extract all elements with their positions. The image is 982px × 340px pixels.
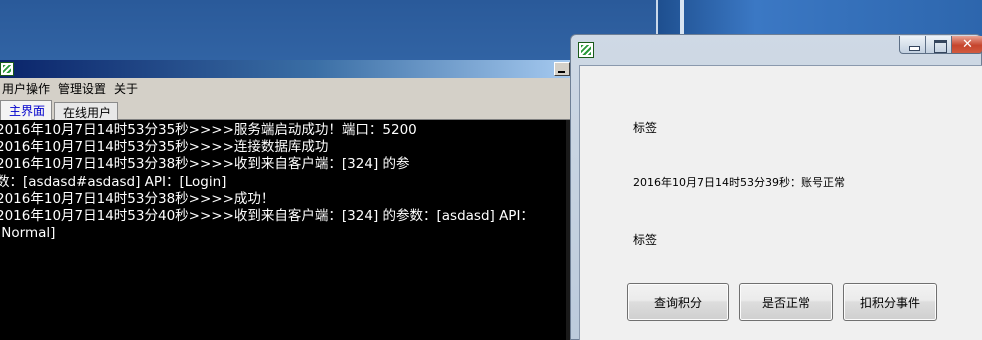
- deduct-points-button[interactable]: 扣积分事件: [843, 283, 937, 321]
- menu-bar: 用户操作 管理设置 关于: [0, 78, 572, 98]
- maximize-button[interactable]: [925, 36, 952, 54]
- label-bottom: 标签: [633, 233, 658, 247]
- server-window: 用户操作 管理设置 关于 主界面 在线用户 2016年10月7日14时53分35…: [0, 60, 572, 340]
- dialog-content: 标签 2016年10月7日14时53分39秒：账号正常 标签 查询积分 是否正常…: [579, 65, 982, 340]
- log-line: [Normal]: [0, 225, 56, 242]
- log-line: 数：[asdasd#asdasd] API：[Login]: [0, 173, 227, 190]
- tab-strip: 主界面 在线用户: [0, 98, 572, 120]
- log-line: 2016年10月7日14时53分40秒>>>>收到来自客户端：[324] 的参数…: [0, 208, 534, 225]
- close-button[interactable]: [951, 36, 982, 54]
- desktop-window-edge: [680, 0, 684, 36]
- tab-main[interactable]: 主界面: [0, 100, 53, 120]
- log-line: 2016年10月7日14时53分38秒>>>>收到来自客户端：[324] 的参: [0, 156, 410, 173]
- tab-online-users[interactable]: 在线用户: [54, 102, 119, 120]
- log-line: 2016年10月7日14时53分38秒>>>>成功！: [0, 190, 275, 207]
- app-icon: [0, 62, 14, 76]
- status-label: 2016年10月7日14时53分39秒：账号正常: [633, 176, 845, 189]
- server-title-bar[interactable]: [0, 60, 572, 78]
- query-points-button[interactable]: 查询积分: [627, 283, 729, 321]
- log-line: 2016年10月7日14时53分35秒>>>>连接数据库成功: [0, 139, 329, 156]
- desktop-background: [656, 0, 982, 36]
- app-icon: [578, 42, 594, 58]
- client-dialog: 标签 2016年10月7日14时53分39秒：账号正常 标签 查询积分 是否正常…: [570, 34, 982, 340]
- minimize-button[interactable]: [554, 62, 570, 76]
- log-line: 2016年10月7日14时53分35秒>>>>服务端启动成功！端口：5200: [0, 122, 417, 138]
- dialog-title-bar[interactable]: [571, 35, 982, 65]
- label-top: 标签: [633, 121, 658, 135]
- menu-manage-settings[interactable]: 管理设置: [56, 80, 112, 97]
- check-normal-button[interactable]: 是否正常: [739, 283, 833, 321]
- minimize-button[interactable]: [899, 36, 926, 54]
- log-console[interactable]: 2016年10月7日14时53分35秒>>>>服务端启动成功！端口：5200 2…: [0, 120, 572, 340]
- menu-user-ops[interactable]: 用户操作: [0, 80, 56, 97]
- menu-about[interactable]: 关于: [112, 80, 144, 97]
